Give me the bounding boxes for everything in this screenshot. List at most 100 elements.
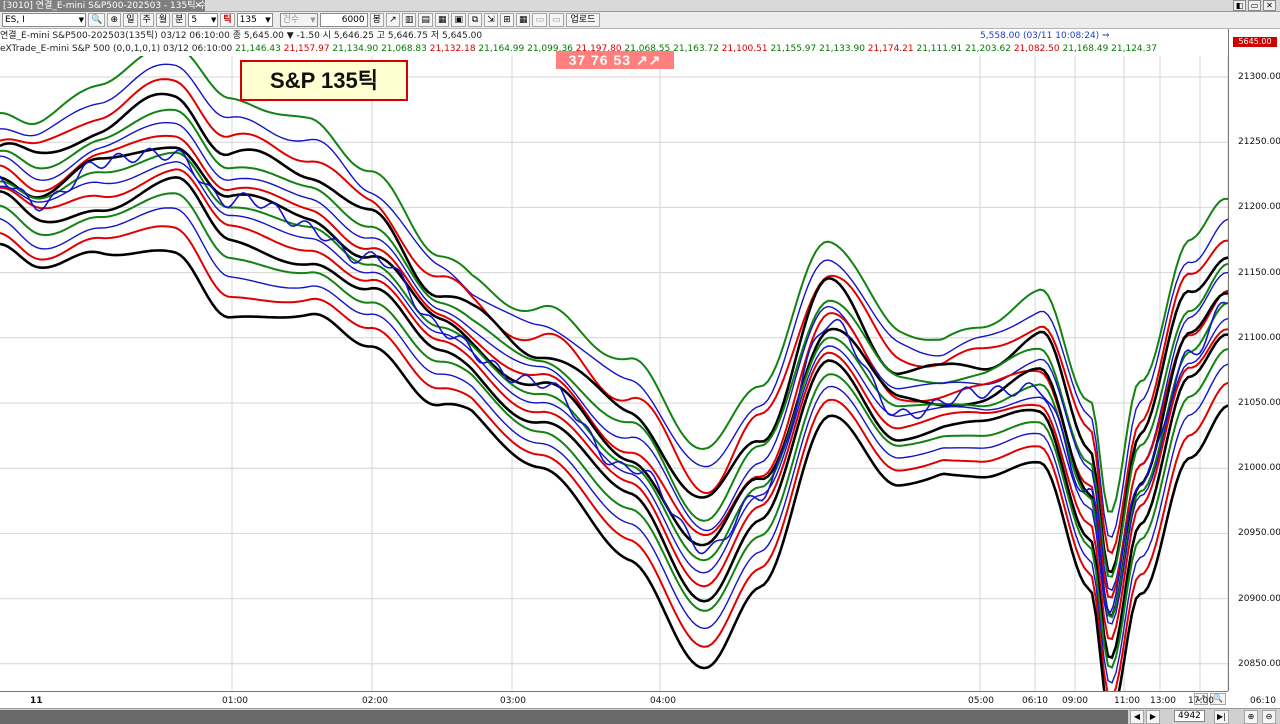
copy-icon[interactable]: ⧉ [467, 13, 482, 27]
restore-icon[interactable]: ◧ [1233, 0, 1246, 11]
count-input[interactable]: 6000 [319, 13, 368, 27]
price-tick-label: 21150.00 [1238, 267, 1280, 278]
period-minute-button[interactable]: 분 [172, 13, 187, 27]
indicator-value: 21,133.90 [816, 44, 865, 54]
scroll-left-icon[interactable]: ◀ [1130, 710, 1144, 724]
period-tick-button[interactable]: 틱 [220, 13, 235, 27]
chart-scrollbar[interactable]: ◀ ▶ 4942 ▶| ⊕ ⊖ [0, 708, 1280, 724]
price-tick-label: 21250.00 [1238, 137, 1280, 148]
minute-select[interactable]: 5 ▼ [188, 13, 219, 27]
price-tick-label: 21100.00 [1238, 332, 1280, 343]
indicator-value: 21,157.97 [280, 44, 330, 54]
price-info-line: 연결_E-mini S&P500-202503(135틱) 03/12 06:1… [0, 30, 1228, 42]
price-tick-label: 21300.00 [1238, 72, 1280, 82]
price-info-text: 연결_E-mini S&P500-202503(135틱) 03/12 06:1… [0, 31, 483, 41]
indicator-values: 21,146.43 21,157.97 21,134.90 21,068.83 … [235, 44, 1157, 54]
tick-select[interactable]: 135 ▼ [236, 13, 273, 27]
indicator-value: 21,134.90 [329, 44, 379, 54]
indicator-value: 21,164.99 [475, 44, 525, 54]
symbol-value: ES, I [5, 15, 25, 25]
period-day-button[interactable]: 일 [123, 13, 138, 27]
count-select[interactable]: 건수 ▼ [279, 13, 318, 27]
maximize-icon[interactable]: ▭ [1248, 0, 1261, 11]
chart-zoom-icon[interactable]: ⊕ [1244, 710, 1258, 724]
close-tab-icon[interactable]: ✕ [194, 0, 202, 12]
close-window-icon[interactable]: ✕ [1263, 0, 1276, 11]
indicator-value: 21,174.21 [864, 44, 914, 54]
scroll-end-icon[interactable]: ▶| [1214, 710, 1229, 724]
indicator-value: 21,146.43 [235, 44, 281, 54]
time-tick-label: 17:00 [1188, 696, 1214, 706]
time-tick-label: 06:10 [1250, 696, 1276, 706]
window-tab[interactable]: [3010] 연결_E-mini S&P500-202503 - 135틱 수수… [0, 0, 205, 12]
indicator-line [0, 146, 1228, 618]
disabled-icon: ▭ [532, 13, 547, 27]
grid-icon[interactable]: ⊞ [499, 13, 514, 27]
candle-chart-icon[interactable]: ▤ [418, 13, 433, 27]
price-tick-label: 21050.00 [1238, 398, 1280, 408]
indicator-value: 21,100.51 [718, 44, 768, 54]
price-low-info: 5,558.00 (03/11 10:08:24) ⇒ [980, 31, 1110, 41]
indicator-line [0, 134, 1228, 599]
indicator-value: 21,068.83 [378, 44, 427, 54]
time-tick-label: 05:00 [968, 696, 994, 706]
period-week-button[interactable]: 주 [139, 13, 154, 27]
window-tab-title: [3010] 연결_E-mini S&P500-202503 - 135틱 수수 [3, 1, 205, 11]
line-chart-icon[interactable]: ▦ [434, 13, 450, 27]
search-icon[interactable]: 🔍 [88, 13, 106, 27]
indicator-value: 21,155.97 [767, 44, 817, 54]
indicator-value: 21,132.18 [426, 44, 476, 54]
export-icon[interactable]: ⇲ [483, 13, 498, 27]
price-tick-label: 21200.00 [1238, 202, 1280, 213]
chevron-down-icon: ▼ [310, 16, 316, 24]
period-month-button[interactable]: 월 [155, 13, 171, 27]
indicator-line [0, 175, 1228, 660]
bar-chart-icon[interactable]: ▥ [401, 13, 417, 27]
signal-badge: 37 76 53 ↗↗ [556, 51, 674, 69]
indicator-value: 21,203.62 [962, 44, 1011, 54]
indicator-line [0, 192, 1228, 669]
minute-value: 5 [191, 15, 198, 25]
indicator-line [0, 160, 1228, 625]
price-axis[interactable]: 5645.00 [1228, 29, 1280, 691]
indicator-line [0, 122, 1228, 592]
indicator-line [0, 207, 1228, 684]
indicator-info-prefix: eXTrade_E-mini S&P 500 (0,0,1,0,1) 03/12… [0, 44, 233, 54]
time-tick-label: 11 [30, 696, 43, 706]
price-tick-label: 20950.00 [1238, 528, 1280, 539]
current-price-tag: 5645.00 [1233, 37, 1277, 47]
indicator-value: 21,082.50 [1010, 44, 1060, 54]
window-controls: ◧ ▭ ✕ [1233, 0, 1276, 12]
disabled-icon: ▭ [549, 13, 564, 27]
toolbar: ES, I ▼ 🔍 ⊕ 일 주 월 분 5 ▼ 틱 135 ▼ 건수 ▼ 6000 봉 … [0, 12, 1280, 29]
time-tick-label: 04:00 [650, 696, 676, 706]
chart-zoom-out-icon[interactable]: ⊖ [1262, 710, 1276, 724]
settings-icon[interactable]: ▣ [451, 13, 466, 27]
table-icon[interactable]: ▦ [515, 13, 531, 27]
time-tick-label: 02:00 [362, 696, 388, 706]
volume-overview [0, 710, 1128, 724]
upload-button[interactable]: 업로드 [565, 13, 601, 27]
indicator-icon[interactable]: ↗ [385, 13, 400, 27]
symbol-input[interactable]: ES, I ▼ [2, 13, 86, 27]
chevron-down-icon: ▼ [210, 16, 217, 24]
indicator-value: 21,163.72 [670, 44, 719, 54]
time-tick-label: 11:00 [1114, 696, 1140, 706]
indicator-value: 21,124.37 [1108, 44, 1157, 54]
bar-count: 4942 [1174, 710, 1205, 722]
price-tick-label: 20850.00 [1238, 658, 1280, 669]
scroll-right-icon[interactable]: ▶ [1146, 710, 1160, 724]
time-tick-label: 03:00 [500, 696, 526, 706]
zoom-icon[interactable]: ⊕ [107, 13, 122, 27]
price-tick-label: 20900.00 [1238, 593, 1280, 604]
indicator-value: 21,111.91 [913, 44, 963, 54]
price-chart[interactable] [0, 56, 1228, 691]
time-tick-label: 06:10 [1022, 696, 1048, 706]
tick-value: 135 [239, 15, 257, 25]
time-tick-label: 13:00 [1150, 696, 1176, 706]
chevron-down-icon: ▼ [265, 16, 271, 24]
chart-annotation: S&P 135틱 [240, 60, 408, 101]
count-unit-button[interactable]: 봉 [369, 13, 384, 27]
count-label: 건수 [282, 15, 300, 25]
price-tick-label: 21000.00 [1238, 463, 1280, 474]
